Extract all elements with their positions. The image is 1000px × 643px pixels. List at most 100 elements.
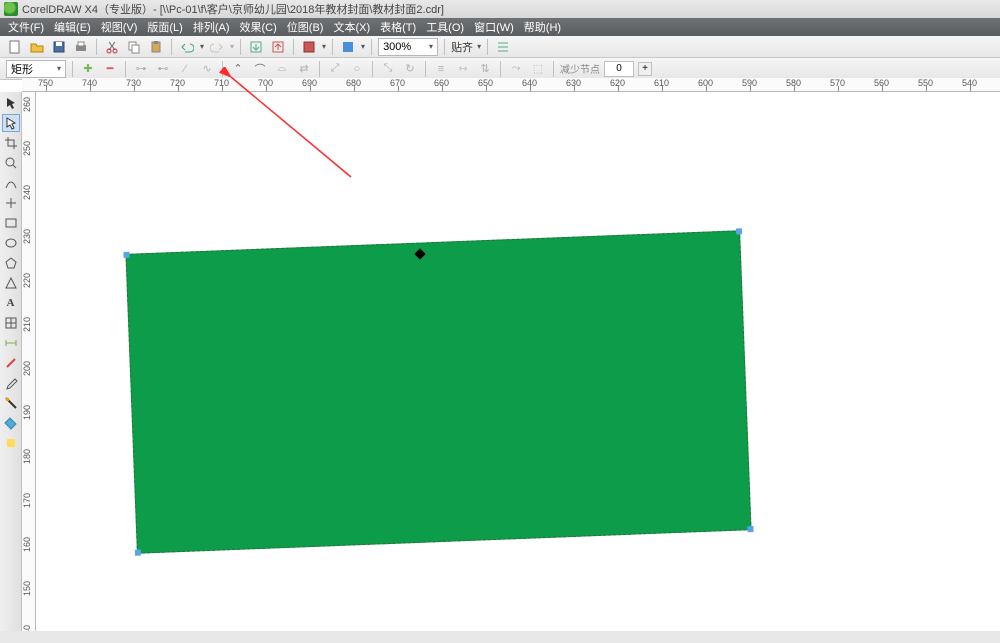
menu-view[interactable]: 视图(V) xyxy=(101,19,138,35)
import-icon[interactable] xyxy=(247,38,265,56)
status-bar xyxy=(0,631,1000,643)
crop-tool-icon[interactable] xyxy=(2,134,20,152)
reflect-v-icon[interactable]: ⇅ xyxy=(476,60,494,78)
eyedropper-tool-icon[interactable] xyxy=(2,374,20,392)
options-icon[interactable] xyxy=(494,38,512,56)
redo-dropdown-icon[interactable]: ▾ xyxy=(230,42,234,51)
symmetric-icon[interactable]: ⌓ xyxy=(273,60,291,78)
menu-bitmap[interactable]: 位图(B) xyxy=(287,19,324,35)
rectangle-tool-icon[interactable] xyxy=(2,214,20,232)
ruler-tick: 190 xyxy=(22,405,32,420)
title-bar: CorelDRAW X4（专业版）- [\\Pc-01\f\客户\京师幼儿园\2… xyxy=(0,0,1000,18)
to-line-icon[interactable]: ∕ xyxy=(176,60,194,78)
reverse-icon[interactable]: ⇄ xyxy=(295,60,313,78)
cut-icon[interactable] xyxy=(103,38,121,56)
node-handle[interactable] xyxy=(123,252,129,258)
text-tool-icon[interactable]: A xyxy=(2,294,20,312)
ruler-tick: 150 xyxy=(22,581,32,596)
ruler-tick: 220 xyxy=(22,273,32,288)
interactive-tool-icon[interactable] xyxy=(2,354,20,372)
node-count[interactable]: 0 xyxy=(604,61,634,77)
print-icon[interactable] xyxy=(72,38,90,56)
extract-icon[interactable]: ⤢ xyxy=(326,60,344,78)
menu-bar: 文件(F) 编辑(E) 视图(V) 版面(L) 排列(A) 效果(C) 位图(B… xyxy=(0,18,1000,36)
rotate-icon[interactable]: ↻ xyxy=(401,60,419,78)
ruler-tick: 210 xyxy=(22,317,32,332)
zoom-dropdown-icon[interactable]: ▾ xyxy=(429,39,433,55)
ruler-tick: 250 xyxy=(22,141,32,156)
menu-layout[interactable]: 版面(L) xyxy=(147,19,182,35)
menu-file[interactable]: 文件(F) xyxy=(8,19,44,35)
basic-shapes-icon[interactable] xyxy=(2,274,20,292)
snap-dropdown-icon[interactable]: ▾ xyxy=(477,42,481,51)
launch-dropdown-icon[interactable]: ▾ xyxy=(322,42,326,51)
new-icon[interactable] xyxy=(6,38,24,56)
table-tool-icon[interactable] xyxy=(2,314,20,332)
cusp-icon[interactable]: ⌃ xyxy=(229,60,247,78)
pick-tool-icon[interactable] xyxy=(2,94,20,112)
undo-dropdown-icon[interactable]: ▾ xyxy=(200,42,204,51)
green-rectangle-shape[interactable] xyxy=(125,230,751,553)
node-break-icon[interactable]: ⊷ xyxy=(154,60,172,78)
node-spin-icon[interactable]: + xyxy=(638,62,652,76)
dimension-tool-icon[interactable] xyxy=(2,334,20,352)
polygon-tool-icon[interactable] xyxy=(2,254,20,272)
to-curve-icon[interactable]: ∿ xyxy=(198,60,216,78)
shape-dropdown-icon[interactable]: ▾ xyxy=(57,64,61,73)
menu-edit[interactable]: 编辑(E) xyxy=(54,19,91,35)
launch-icon[interactable] xyxy=(300,38,318,56)
open-icon[interactable] xyxy=(28,38,46,56)
main-toolbar: ▾ ▾ ▾ ▾ 300% ▾ 贴齐 ▾ xyxy=(0,36,1000,58)
outline-tool-icon[interactable] xyxy=(2,394,20,412)
ruler-tick: 240 xyxy=(22,185,32,200)
welcome-icon[interactable] xyxy=(339,38,357,56)
menu-table[interactable]: 表格(T) xyxy=(380,19,416,35)
smooth-icon[interactable]: ⌒ xyxy=(251,60,269,78)
node-handle[interactable] xyxy=(747,526,753,532)
node-handle[interactable] xyxy=(135,550,141,556)
zoom-value: 300% xyxy=(383,39,411,55)
copy-icon[interactable] xyxy=(125,38,143,56)
elastic-icon[interactable]: ⤳ xyxy=(507,60,525,78)
smart-tool-icon[interactable] xyxy=(2,194,20,212)
shape-tool-icon[interactable] xyxy=(2,114,20,132)
canvas[interactable] xyxy=(36,92,1000,631)
shape-select[interactable]: 矩形 ▾ xyxy=(6,60,66,78)
paste-icon[interactable] xyxy=(147,38,165,56)
menu-text[interactable]: 文本(X) xyxy=(333,19,370,35)
node-delete-icon[interactable]: ━ xyxy=(101,60,119,78)
window-title: CorelDRAW X4（专业版）- [\\Pc-01\f\客户\京师幼儿园\2… xyxy=(22,1,444,17)
reduce-nodes-label: 减少节点 xyxy=(560,61,600,76)
node-join-icon[interactable]: ⊶ xyxy=(132,60,150,78)
save-icon[interactable] xyxy=(50,38,68,56)
select-all-icon[interactable]: ⬚ xyxy=(529,60,547,78)
fill-tool-icon[interactable] xyxy=(2,414,20,432)
freehand-tool-icon[interactable] xyxy=(2,174,20,192)
ruler-vertical: 260250240230220210200190180170160150140 xyxy=(22,92,36,643)
export-icon[interactable] xyxy=(269,38,287,56)
redo-icon[interactable] xyxy=(208,38,226,56)
zoom-level[interactable]: 300% ▾ xyxy=(378,38,438,56)
stretch-icon[interactable]: ⤡ xyxy=(379,60,397,78)
close-curve-icon[interactable]: ○ xyxy=(348,60,366,78)
zoom-tool-icon[interactable] xyxy=(2,154,20,172)
snap-label[interactable]: 贴齐 xyxy=(451,39,473,55)
ellipse-tool-icon[interactable] xyxy=(2,234,20,252)
ruler-horizontal: 7507407307207107006906806706606506406306… xyxy=(28,78,1000,92)
app-icon xyxy=(4,2,18,16)
interactive-fill-icon[interactable] xyxy=(2,434,20,452)
node-handle[interactable] xyxy=(736,228,742,234)
ruler-tick: 180 xyxy=(22,449,32,464)
node-add-icon[interactable]: ✚ xyxy=(79,60,97,78)
ruler-tick: 200 xyxy=(22,361,32,376)
menu-effects[interactable]: 效果(C) xyxy=(240,19,277,35)
menu-tools[interactable]: 工具(O) xyxy=(426,19,464,35)
reflect-h-icon[interactable]: ⇿ xyxy=(454,60,472,78)
align-icon[interactable]: ≡ xyxy=(432,60,450,78)
welcome-dropdown-icon[interactable]: ▾ xyxy=(361,42,365,51)
toolbox: A xyxy=(0,92,22,643)
menu-window[interactable]: 窗口(W) xyxy=(474,19,514,35)
menu-arrange[interactable]: 排列(A) xyxy=(193,19,230,35)
undo-icon[interactable] xyxy=(178,38,196,56)
menu-help[interactable]: 帮助(H) xyxy=(524,19,561,35)
